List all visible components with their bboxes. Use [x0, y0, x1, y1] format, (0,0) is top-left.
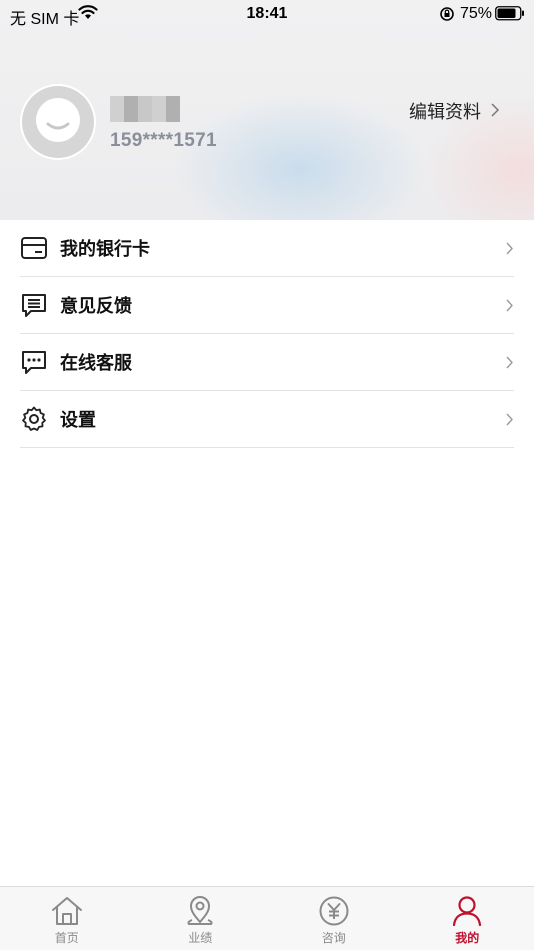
- avatar[interactable]: [20, 84, 96, 160]
- tab-performance[interactable]: 业绩: [134, 887, 268, 950]
- status-bar: 无 SIM 卡 18:41 75%: [0, 0, 534, 28]
- chat-icon: [20, 348, 48, 376]
- tab-mine[interactable]: 我的: [401, 887, 534, 950]
- menu-item-online-service[interactable]: 在线客服: [20, 334, 514, 391]
- tab-bar: 首页 业绩 咨询 我的: [0, 886, 534, 950]
- menu-item-label: 在线客服: [60, 353, 132, 373]
- bank-card-icon: [20, 234, 48, 262]
- menu-item-label: 我的银行卡: [60, 239, 150, 259]
- menu-item-feedback[interactable]: 意见反馈: [20, 277, 514, 334]
- tab-label: 首页: [54, 931, 79, 945]
- home-icon: [51, 897, 82, 925]
- tab-consult[interactable]: 咨询: [267, 887, 401, 950]
- gear-icon: [20, 405, 48, 433]
- profile-header: 无 SIM 卡 18:41 75% 159****1571 编辑资料: [0, 0, 534, 220]
- location-pin-icon: [187, 896, 213, 925]
- person-icon: [453, 896, 482, 927]
- tab-label: 咨询: [321, 931, 346, 945]
- battery-percentage: 75%: [460, 5, 493, 22]
- chevron-right-icon: [490, 102, 500, 123]
- user-phone: 159****1571: [110, 130, 217, 151]
- rotation-lock-icon: [439, 6, 455, 27]
- yuan-icon: [319, 896, 349, 926]
- tab-home[interactable]: 首页: [0, 887, 134, 950]
- feedback-icon: [20, 291, 48, 319]
- menu-item-label: 设置: [60, 410, 96, 430]
- menu-item-label: 意见反馈: [60, 296, 132, 316]
- chevron-right-icon: [505, 355, 514, 375]
- menu-list: 我的银行卡 意见反馈 在线客服 设置: [0, 220, 534, 448]
- edit-profile-link[interactable]: 编辑资料: [409, 98, 500, 124]
- default-avatar-icon: [22, 86, 94, 158]
- edit-profile-label: 编辑资料: [408, 102, 481, 122]
- tab-label: 业绩: [188, 931, 213, 945]
- chevron-right-icon: [505, 298, 514, 318]
- menu-item-settings[interactable]: 设置: [20, 391, 514, 448]
- menu-item-bank-card[interactable]: 我的银行卡: [20, 220, 514, 277]
- chevron-right-icon: [505, 412, 514, 432]
- battery-icon: [495, 6, 525, 26]
- user-name-masked: ████: [110, 96, 180, 122]
- chevron-right-icon: [505, 241, 514, 261]
- tab-label: 我的: [455, 931, 480, 945]
